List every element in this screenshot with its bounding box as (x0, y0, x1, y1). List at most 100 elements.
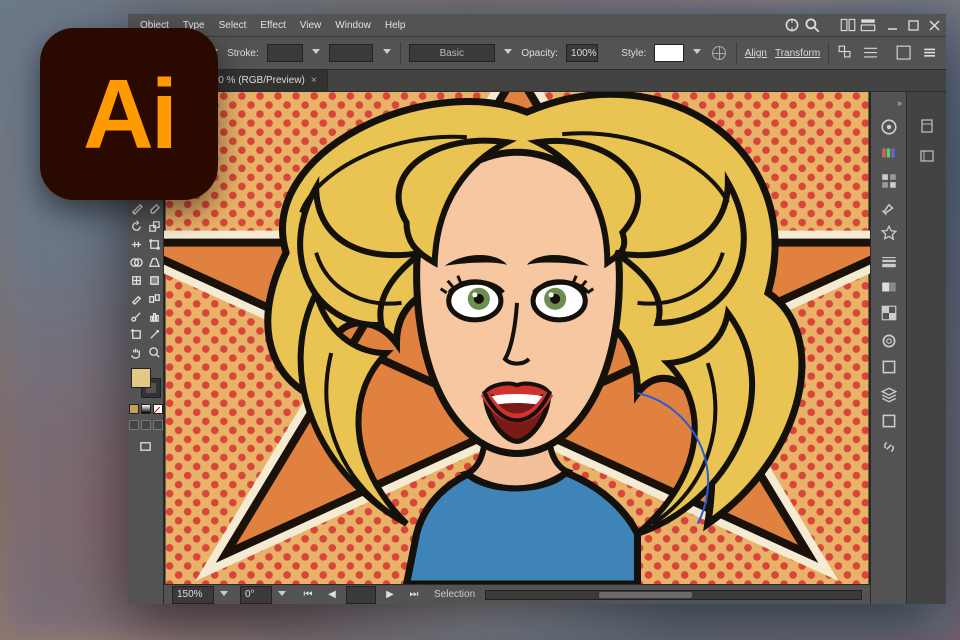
blend-tool[interactable] (147, 290, 163, 306)
sync-icon[interactable] (783, 16, 801, 34)
slice-tool[interactable] (147, 326, 163, 342)
brushes-panel-icon[interactable] (880, 198, 898, 216)
links-panel-icon[interactable] (880, 438, 898, 456)
rotate-view-field[interactable]: 0° (240, 586, 272, 604)
opacity-field[interactable]: 100% (566, 44, 598, 62)
zoom-dropdown[interactable] (218, 589, 230, 601)
color-mode-none[interactable] (153, 404, 163, 414)
screen-mode-row (129, 420, 163, 430)
shaper-tool[interactable] (129, 200, 145, 216)
arrange-documents-icon[interactable] (839, 16, 857, 34)
control-bar: Stroke: Basic Opacity: 100% Style: Align… (128, 36, 946, 70)
graph-tool[interactable] (147, 308, 163, 324)
workspace: « (128, 92, 946, 604)
menu-effect[interactable]: Effect (254, 20, 291, 31)
align-to-icon[interactable] (862, 43, 879, 63)
artboard-nav-prev[interactable]: ◀ (322, 585, 342, 605)
swatches-panel-icon[interactable] (880, 172, 898, 190)
vwp-dropdown[interactable] (381, 47, 391, 59)
opacity-label: Opacity: (521, 48, 558, 59)
window-maximize-button[interactable] (908, 20, 919, 31)
workspace-switcher-icon[interactable] (859, 16, 877, 34)
artboards-panel-icon[interactable] (880, 412, 898, 430)
width-tool[interactable] (129, 236, 145, 252)
rotate-dropdown[interactable] (276, 589, 288, 601)
illustrator-logo-text: Ai (83, 58, 175, 171)
illustrator-window: Object Type Select Effect View Window He… (128, 14, 946, 604)
stroke-weight-dropdown[interactable] (311, 47, 321, 59)
appearance-panel-icon[interactable] (880, 332, 898, 350)
statusbar: 150% 0° ⏮◀ ▶⏭ Selection (164, 584, 870, 604)
tab-close-icon[interactable]: × (311, 75, 317, 86)
free-transform-tool[interactable] (147, 236, 163, 252)
zoom-tool[interactable] (147, 344, 163, 360)
align-link[interactable]: Align (745, 48, 767, 59)
rotate-tool[interactable] (129, 218, 145, 234)
gradient-tool[interactable] (147, 272, 163, 288)
draw-normal[interactable] (129, 420, 139, 430)
perspective-tool[interactable] (147, 254, 163, 270)
transparency-panel-icon[interactable] (880, 304, 898, 322)
search-icon[interactable] (803, 16, 821, 34)
right-panel-strip: » (870, 92, 906, 604)
color-mode-row (129, 404, 163, 414)
variable-width-profile[interactable] (329, 44, 373, 62)
document-tabbar: verted].eps* @ 150 % (RGB/Preview) × (128, 70, 946, 92)
layers-panel-icon[interactable] (880, 386, 898, 404)
properties-panel-icon[interactable] (919, 148, 935, 164)
window-close-button[interactable] (929, 20, 940, 31)
artwork (164, 92, 870, 584)
isolate-icon[interactable] (837, 43, 854, 63)
gradient-panel-icon[interactable] (880, 278, 898, 296)
stroke-panel-icon[interactable] (880, 252, 898, 270)
graphic-styles-panel-icon[interactable] (880, 358, 898, 376)
panel-menu-icon[interactable] (921, 43, 938, 63)
canvas-area: 150% 0° ⏮◀ ▶⏭ Selection (164, 92, 870, 604)
panel-expand-icon[interactable]: » (897, 98, 902, 108)
prefs-icon[interactable] (895, 43, 912, 63)
color-mode-gradient[interactable] (141, 404, 151, 414)
graphic-style-swatch[interactable] (654, 44, 684, 62)
artboard-number[interactable] (346, 586, 376, 604)
menu-window[interactable]: Window (329, 20, 377, 31)
menu-help[interactable]: Help (379, 20, 412, 31)
hand-tool[interactable] (129, 344, 145, 360)
panel-dock (906, 92, 946, 604)
artboard-nav-last[interactable]: ⏭ (404, 585, 424, 605)
horizontal-scrollbar[interactable] (485, 590, 862, 600)
color-mode-color[interactable] (129, 404, 139, 414)
menu-view[interactable]: View (294, 20, 328, 31)
transform-link[interactable]: Transform (775, 48, 820, 59)
color-guide-icon[interactable] (880, 144, 898, 162)
window-minimize-button[interactable] (887, 20, 898, 31)
zoom-field[interactable]: 150% (172, 586, 214, 604)
recolor-icon[interactable] (711, 43, 728, 63)
fill-stroke-control[interactable] (131, 368, 161, 398)
style-dropdown[interactable] (692, 47, 702, 59)
artboard-tool[interactable] (129, 326, 145, 342)
eraser-tool[interactable] (147, 200, 163, 216)
stroke-weight-field[interactable] (267, 44, 303, 62)
mesh-tool[interactable] (129, 272, 145, 288)
style-label: Style: (621, 48, 646, 59)
libraries-panel-icon[interactable] (919, 118, 935, 134)
brush-definition[interactable]: Basic (409, 44, 495, 62)
symbols-panel-icon[interactable] (880, 224, 898, 242)
artboard-nav-next[interactable]: ▶ (380, 585, 400, 605)
artboard-nav-first[interactable]: ⏮ (298, 585, 318, 605)
fill-color[interactable] (131, 368, 151, 388)
canvas[interactable] (164, 92, 870, 584)
current-tool-label: Selection (434, 589, 475, 600)
color-panel-icon[interactable] (880, 118, 898, 136)
eyedropper-tool[interactable] (129, 290, 145, 306)
stroke-label: Stroke: (227, 48, 259, 59)
brush-dropdown[interactable] (503, 47, 513, 59)
shape-builder-tool[interactable] (129, 254, 145, 270)
draw-inside[interactable] (153, 420, 163, 430)
scale-tool[interactable] (147, 218, 163, 234)
symbol-sprayer-tool[interactable] (129, 308, 145, 324)
draw-behind[interactable] (141, 420, 151, 430)
screen-mode-button[interactable] (138, 438, 154, 454)
illustrator-app-icon: Ai (40, 28, 218, 200)
menu-select[interactable]: Select (213, 20, 253, 31)
